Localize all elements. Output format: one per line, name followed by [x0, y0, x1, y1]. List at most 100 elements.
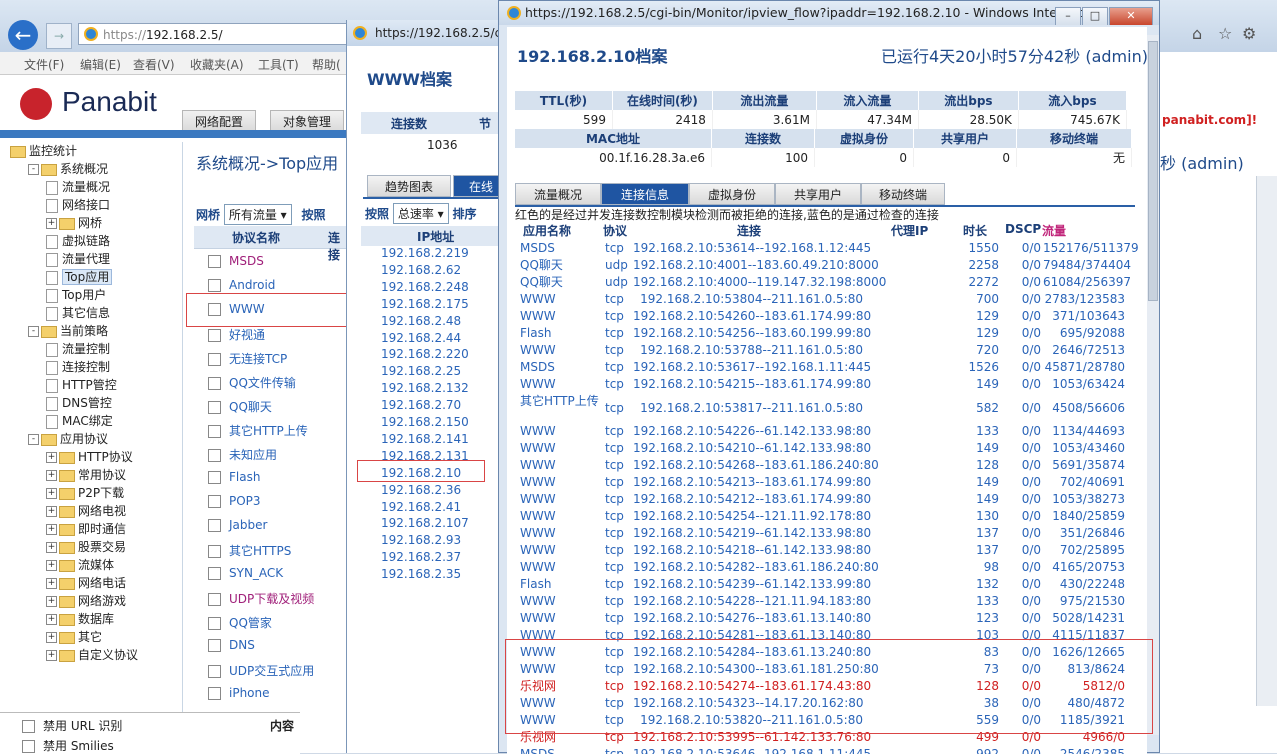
protocol-name[interactable]: UDP下载及视频	[229, 592, 314, 606]
protocol-checkbox[interactable]	[208, 665, 221, 678]
protocol-name[interactable]: UDP交互式应用	[229, 664, 314, 678]
ip-address-link[interactable]: 192.168.2.35	[381, 567, 461, 581]
ip-address-link[interactable]: 192.168.2.107	[381, 516, 469, 530]
tree-item[interactable]: 其它信息	[46, 304, 110, 322]
ip-address-link[interactable]: 192.168.2.25	[381, 364, 461, 378]
tab-mobile-terminal[interactable]: 移动终端	[861, 183, 945, 205]
disable-smilies-option[interactable]: 禁用 Smilies	[22, 737, 114, 754]
tab-traffic-overview[interactable]: 流量概况	[515, 183, 601, 205]
protocol-name[interactable]: SYN_ACK	[229, 566, 283, 580]
protocol-checkbox[interactable]	[208, 401, 221, 414]
protocol-row[interactable]: 未知应用	[208, 446, 277, 463]
protocol-row[interactable]: Jabber	[208, 518, 267, 532]
ip-address-link[interactable]: 192.168.2.175	[381, 297, 469, 311]
menu-tools[interactable]: 工具(T)	[258, 56, 299, 73]
protocol-row[interactable]: QQ管家	[208, 614, 272, 631]
protocol-row[interactable]: UDP交互式应用	[208, 662, 314, 679]
protocol-checkbox[interactable]	[208, 377, 221, 390]
expand-icon[interactable]: +	[46, 650, 57, 661]
ip-address-link[interactable]: 192.168.2.37	[381, 550, 461, 564]
protocol-row[interactable]: iPhone	[208, 686, 270, 700]
collapse-icon[interactable]: -	[28, 164, 39, 175]
disable-url-checkbox[interactable]	[22, 720, 35, 733]
protocol-checkbox[interactable]	[208, 567, 221, 580]
protocol-name[interactable]: Android	[229, 278, 275, 292]
expand-icon[interactable]: +	[46, 614, 57, 625]
protocol-checkbox[interactable]	[208, 495, 221, 508]
protocol-name[interactable]: QQ聊天	[229, 400, 272, 414]
maximize-button[interactable]: □	[1082, 7, 1108, 25]
menu-favorites[interactable]: 收藏夹(A)	[190, 56, 244, 73]
collapse-icon[interactable]: -	[28, 434, 39, 445]
tree-item[interactable]: 连接控制	[46, 358, 110, 376]
protocol-name[interactable]: QQ文件传输	[229, 376, 296, 390]
tree-item[interactable]: 流量代理	[46, 250, 110, 268]
close-button[interactable]: ✕	[1109, 7, 1153, 25]
protocol-row[interactable]: POP3	[208, 494, 261, 508]
protocol-row[interactable]: UDP下载及视频	[208, 590, 314, 607]
protocol-name[interactable]: MSDS	[229, 254, 264, 268]
protocol-name[interactable]: iPhone	[229, 686, 270, 700]
tree-item[interactable]: + 数据库	[46, 610, 114, 628]
forward-button[interactable]: →	[46, 23, 72, 49]
ip-address-link[interactable]: 192.168.2.141	[381, 432, 469, 446]
tree-item[interactable]: 监控统计	[10, 142, 77, 160]
popup-scrollbar-thumb[interactable]	[1148, 41, 1158, 301]
collapse-icon[interactable]: -	[28, 326, 39, 337]
protocol-checkbox[interactable]	[208, 593, 221, 606]
tree-item[interactable]: + 即时通信	[46, 520, 126, 538]
tree-item[interactable]: MAC绑定	[46, 412, 113, 430]
ip-address-link[interactable]: 192.168.2.248	[381, 280, 469, 294]
expand-icon[interactable]: +	[46, 452, 57, 463]
protocol-row[interactable]: 无连接TCP	[208, 350, 287, 367]
expand-icon[interactable]: +	[46, 596, 57, 607]
protocol-row[interactable]: SYN_ACK	[208, 566, 283, 580]
protocol-row[interactable]: 其它HTTP上传	[208, 422, 308, 439]
main-scrollbar[interactable]	[1256, 176, 1277, 706]
ip-address-link[interactable]: 192.168.2.48	[381, 314, 461, 328]
ip-address-link[interactable]: 192.168.2.132	[381, 381, 469, 395]
www-sort-select[interactable]: 总速率 ▾	[392, 203, 449, 224]
ip-address-link[interactable]: 192.168.2.62	[381, 263, 461, 277]
ip-address-link[interactable]: 192.168.2.150	[381, 415, 469, 429]
ip-address-link[interactable]: 192.168.2.70	[381, 398, 461, 412]
protocol-checkbox[interactable]	[208, 471, 221, 484]
protocol-row[interactable]: QQ聊天	[208, 398, 272, 415]
tree-item[interactable]: + 常用协议	[46, 466, 126, 484]
tree-item[interactable]: Top用户	[46, 286, 106, 304]
protocol-row[interactable]: 其它HTTPS	[208, 542, 291, 559]
protocol-name[interactable]: Flash	[229, 470, 260, 484]
tree-item[interactable]: + HTTP协议	[46, 448, 133, 466]
tree-item[interactable]: 流量控制	[46, 340, 110, 358]
menu-help[interactable]: 帮助(	[312, 56, 341, 73]
tree-item[interactable]: DNS管控	[46, 394, 112, 412]
protocol-checkbox[interactable]	[208, 687, 221, 700]
tree-item[interactable]: + 自定义协议	[46, 646, 138, 664]
tab-trend-chart[interactable]: 趋势图表	[367, 175, 451, 197]
tree-item[interactable]: + P2P下载	[46, 484, 124, 502]
expand-icon[interactable]: +	[46, 542, 57, 553]
tab-connection-info[interactable]: 连接信息	[601, 183, 689, 205]
tree-item[interactable]: + 流媒体	[46, 556, 114, 574]
protocol-checkbox[interactable]	[208, 329, 221, 342]
expand-icon[interactable]: +	[46, 560, 57, 571]
ip-address-link[interactable]: 192.168.2.220	[381, 347, 469, 361]
expand-icon[interactable]: +	[46, 632, 57, 643]
tree-item[interactable]: 流量概况	[46, 178, 110, 196]
protocol-name[interactable]: 未知应用	[229, 448, 277, 462]
protocol-name[interactable]: Jabber	[229, 518, 267, 532]
tree-item[interactable]: + 网络游戏	[46, 592, 126, 610]
tree-item[interactable]: + 股票交易	[46, 538, 126, 556]
expand-icon[interactable]: +	[46, 218, 57, 229]
tree-item[interactable]: Top应用	[46, 268, 113, 286]
expand-icon[interactable]: +	[46, 470, 57, 481]
protocol-checkbox[interactable]	[208, 639, 221, 652]
minimize-button[interactable]: –	[1055, 7, 1081, 25]
ip-address-link[interactable]: 192.168.2.44	[381, 331, 461, 345]
tab-virtual-identity[interactable]: 虚拟身份	[689, 183, 775, 205]
home-icon[interactable]: ⌂	[1192, 24, 1202, 43]
expand-icon[interactable]: +	[46, 524, 57, 535]
protocol-name[interactable]: 无连接TCP	[229, 352, 287, 366]
tree-item[interactable]: - 当前策略	[28, 322, 108, 340]
expand-icon[interactable]: +	[46, 488, 57, 499]
